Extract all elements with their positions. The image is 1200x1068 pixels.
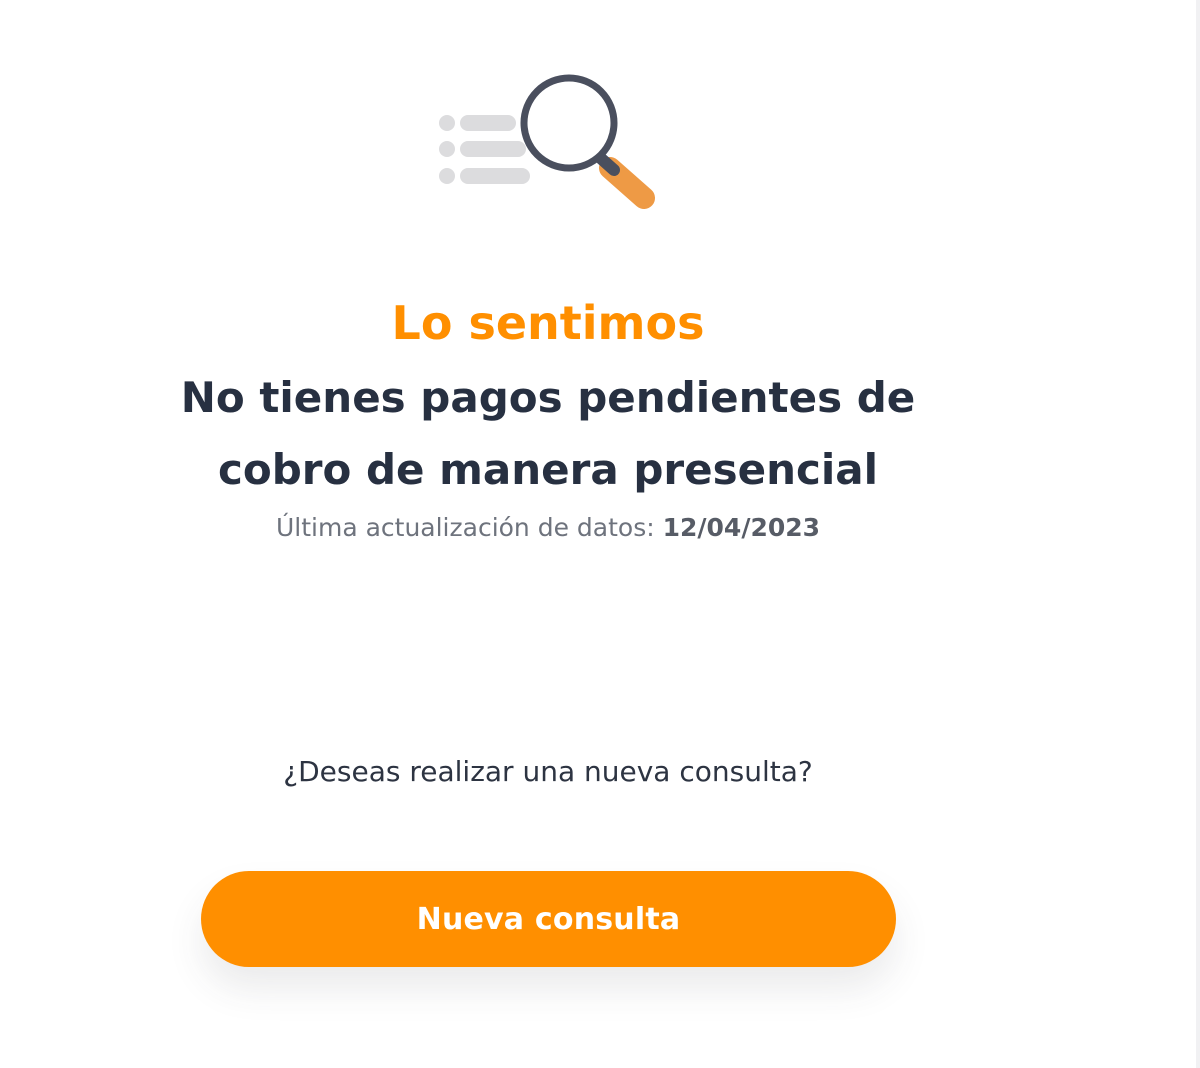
last-update-date: 12/04/2023	[662, 513, 821, 542]
search-list-icon	[439, 74, 655, 209]
no-pending-payments-message: No tienes pagos pendientes de cobro de m…	[180, 373, 916, 494]
scrollbar-track[interactable]	[1196, 0, 1200, 1068]
list-lines	[439, 115, 530, 184]
last-update-info: Última actualización de datos: 12/04/202…	[0, 508, 1096, 548]
last-update-label: Última actualización de datos:	[275, 513, 655, 542]
sorry-title: Lo sentimos	[391, 296, 705, 350]
new-query-question: ¿Deseas realizar una nueva consulta?	[283, 755, 813, 788]
new-query-button[interactable]: Nueva consulta	[201, 871, 896, 967]
empty-state-panel: Lo sentimos No tienes pagos pendientes d…	[0, 0, 1096, 1068]
magnifier-lens	[520, 74, 618, 172]
